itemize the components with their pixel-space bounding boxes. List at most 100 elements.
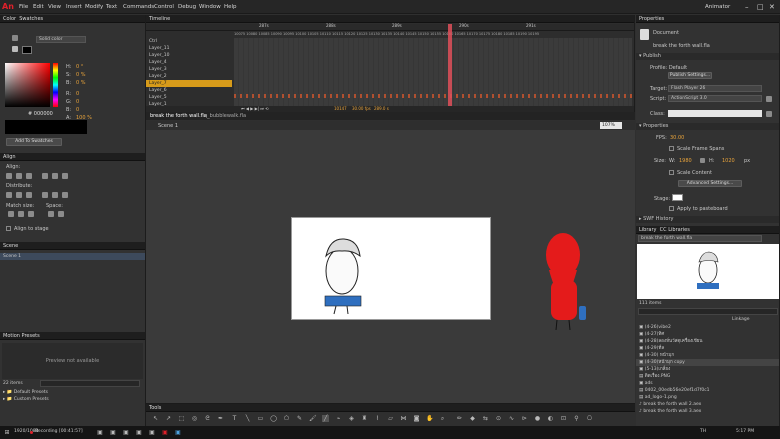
taskbar-app-icon[interactable]: ▣: [108, 428, 118, 437]
align-top-icon[interactable]: [42, 173, 48, 179]
hex-value[interactable]: # 000000: [28, 111, 53, 117]
eyedropper-tool-icon[interactable]: ⌇: [374, 415, 381, 422]
match-both-icon[interactable]: [28, 211, 34, 217]
layer-row[interactable]: Layer_5: [146, 94, 232, 101]
motion-folder-custom[interactable]: ▸ 📁 Custom Presets: [0, 396, 145, 403]
tab-swatches[interactable]: Swatches: [19, 16, 43, 22]
library-item[interactable]: ▣ (5-13)เกลี่ยง: [636, 366, 779, 373]
taskbar-app-icon[interactable]: ▣: [121, 428, 131, 437]
tab-library[interactable]: Library: [639, 227, 656, 233]
linkage-column-header[interactable]: Linkage: [732, 317, 750, 322]
library-document-select[interactable]: break the forth wall.fla: [638, 235, 762, 242]
library-item-selected[interactable]: ▣ (4-30)หน้ามุก copy: [636, 359, 779, 366]
layer-row[interactable]: Layer_10: [146, 52, 232, 59]
stage[interactable]: [291, 217, 491, 320]
library-search-input[interactable]: [638, 308, 778, 315]
space-horizontal-icon[interactable]: [58, 211, 64, 217]
wrench-icon[interactable]: [766, 96, 772, 102]
taskbar-app-icon[interactable]: ▣: [147, 428, 157, 437]
lock-fill-icon[interactable]: ⊡: [560, 415, 567, 422]
taskbar-app-icon[interactable]: ▣: [134, 428, 144, 437]
layer-row[interactable]: Layer_11: [146, 45, 232, 52]
space-vertical-icon[interactable]: [48, 211, 54, 217]
align-bottom-icon[interactable]: [62, 173, 68, 179]
oval-tool-icon[interactable]: ◯: [270, 415, 277, 422]
line-tool-icon[interactable]: ╲: [244, 415, 251, 422]
scene-breadcrumb[interactable]: Scene 1: [158, 123, 178, 129]
b2-value[interactable]: 0: [76, 107, 79, 113]
brush-shape-icon[interactable]: ◐: [547, 415, 554, 422]
script-select[interactable]: ActionScript 3.0: [668, 95, 762, 102]
text-tool-icon[interactable]: T: [231, 415, 238, 422]
align-center-h-icon[interactable]: [16, 173, 22, 179]
library-item[interactable]: ▤ 0402_00edb56e20ef1d7f0c1: [636, 387, 779, 394]
library-item[interactable]: ♪ break the forth wall 2.aex: [636, 401, 779, 408]
zoom-tool-icon[interactable]: ⌕: [439, 415, 446, 422]
menu-commands[interactable]: Commands: [123, 0, 154, 14]
scale-content-checkbox[interactable]: [669, 170, 674, 175]
start-icon[interactable]: ⊞: [2, 428, 12, 437]
current-frame[interactable]: 10147: [334, 106, 347, 111]
publish-section[interactable]: ▾ Publish: [636, 53, 779, 60]
color-type-select[interactable]: Solid color: [36, 36, 86, 43]
advanced-settings-button[interactable]: Advanced Settings...: [678, 180, 742, 187]
3d-rotation-tool-icon[interactable]: ◎: [191, 415, 198, 422]
menu-debug[interactable]: Debug: [178, 0, 196, 14]
bone-tool-icon[interactable]: ⌁: [335, 415, 342, 422]
menu-help[interactable]: Help: [224, 0, 237, 14]
properties-section[interactable]: ▾ Properties: [636, 123, 779, 130]
library-item[interactable]: ▣ (4-26)vibe2: [636, 324, 779, 331]
pen-tool-icon[interactable]: ✒: [217, 415, 224, 422]
distribute-center-v-icon[interactable]: [16, 192, 22, 198]
align-to-stage-checkbox[interactable]: [6, 226, 11, 231]
g-value[interactable]: 0: [76, 99, 79, 105]
target-select[interactable]: Flash Player 26: [668, 85, 762, 92]
layer-row[interactable]: Layer_4: [146, 59, 232, 66]
close-icon[interactable]: ✕: [769, 0, 775, 14]
playhead[interactable]: [448, 24, 452, 107]
selection-tool-icon[interactable]: ↖: [152, 415, 159, 422]
apply-to-pasteboard-checkbox[interactable]: [669, 206, 674, 211]
subselection-tool-icon[interactable]: ↗: [165, 415, 172, 422]
minimize-icon[interactable]: –: [745, 0, 749, 14]
free-transform-tool-icon[interactable]: ⬚: [178, 415, 185, 422]
paint-bucket-tool-icon[interactable]: ◈: [348, 415, 355, 422]
animate-app-icon[interactable]: ▣: [160, 428, 170, 437]
distribute-top-icon[interactable]: [6, 192, 12, 198]
menu-edit[interactable]: Edit: [33, 0, 44, 14]
menu-text[interactable]: Text: [106, 0, 117, 14]
system-clock[interactable]: 5:17 PM: [736, 429, 754, 434]
library-item[interactable]: ♪ break the forth wall 3.aex: [636, 408, 779, 415]
library-item[interactable]: ▣ (4-29)ที่ล: [636, 345, 779, 352]
ink-bottle-tool-icon[interactable]: ♜: [361, 415, 368, 422]
b-value[interactable]: 0 %: [76, 80, 86, 86]
maximize-icon[interactable]: □: [757, 0, 764, 14]
menu-modify[interactable]: Modify: [85, 0, 103, 14]
color-picker-field[interactable]: [5, 63, 50, 107]
workspace-switcher[interactable]: Animator: [705, 0, 730, 14]
library-item[interactable]: ▣ (4-27)ทิศ: [636, 331, 779, 338]
stroke-pencil-icon[interactable]: [12, 35, 18, 41]
layer-row-active[interactable]: Layer_7: [146, 80, 232, 87]
straighten-icon[interactable]: ⊳: [521, 415, 528, 422]
paint-brush-tool-icon[interactable]: 🖌: [309, 415, 317, 422]
brush-size-icon[interactable]: ●: [534, 415, 541, 422]
hand-tool-icon[interactable]: ✋: [426, 415, 433, 422]
library-item[interactable]: ▣ ads: [636, 380, 779, 387]
rectangle-tool-icon[interactable]: ▭: [257, 415, 264, 422]
pressure-icon[interactable]: ⚲: [573, 415, 580, 422]
menu-window[interactable]: Window: [199, 0, 221, 14]
fill-swatch[interactable]: [22, 46, 32, 54]
distribute-bottom-icon[interactable]: [26, 192, 32, 198]
pencil-tool-icon[interactable]: ✎: [296, 415, 303, 422]
stroke-color-icon[interactable]: ✏: [456, 415, 463, 422]
timeline-ruler[interactable]: 287s 288s 289s 290s 291s: [146, 23, 634, 31]
match-width-icon[interactable]: [8, 211, 14, 217]
polystar-tool-icon[interactable]: ⬠: [283, 415, 290, 422]
tab-document-active[interactable]: break the forth wall.fla: [150, 113, 207, 119]
h-value[interactable]: 0 °: [76, 64, 83, 70]
menu-insert[interactable]: Insert: [66, 0, 82, 14]
swf-history-section[interactable]: ▸ SWF History: [636, 216, 779, 223]
width-tool-icon[interactable]: ⋈: [400, 415, 407, 422]
hue-slider[interactable]: [53, 63, 58, 107]
